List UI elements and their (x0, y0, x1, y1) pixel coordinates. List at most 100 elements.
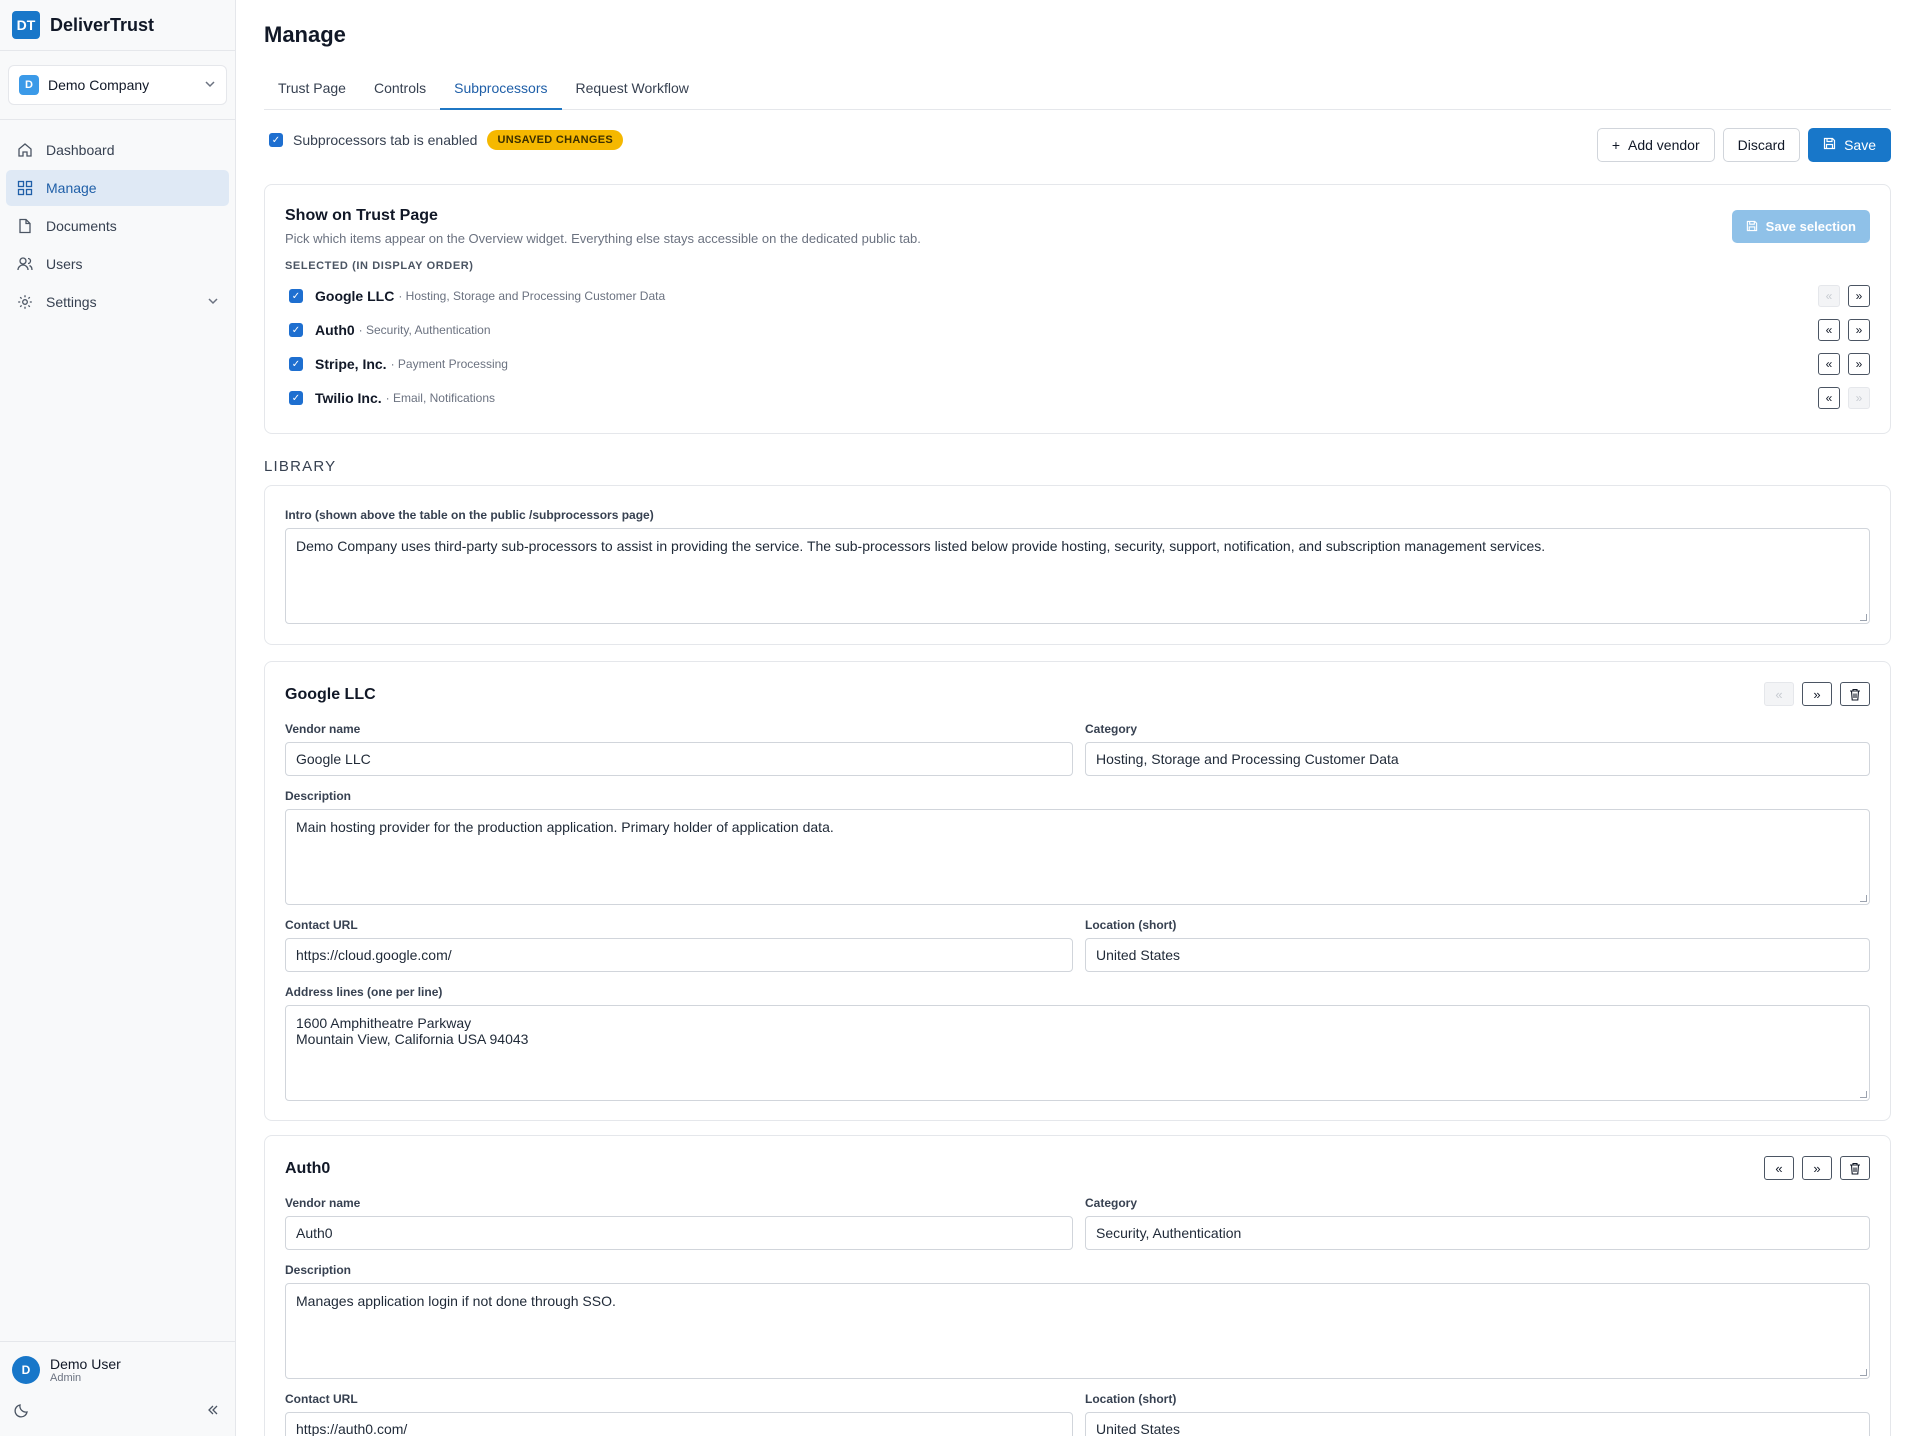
move-down-button[interactable]: » (1802, 1156, 1832, 1180)
tab-subprocessors[interactable]: Subprocessors (440, 72, 562, 110)
move-down-button[interactable]: » (1848, 285, 1870, 307)
home-icon (16, 141, 34, 159)
resize-handle-icon[interactable] (1860, 895, 1867, 902)
list-item: ✓ Twilio Inc. · Email, Notifications « » (289, 387, 1870, 409)
move-up-button[interactable]: « (1818, 285, 1840, 307)
company-name: Demo Company (48, 77, 150, 93)
sidebar-item-label: Dashboard (46, 142, 115, 158)
move-down-button[interactable]: » (1848, 387, 1870, 409)
vendor-card: Google LLC « » Vendor name Google LLC Ca… (264, 661, 1891, 1121)
intro-label: Intro (shown above the table on the publ… (285, 508, 654, 522)
move-up-button[interactable]: « (1764, 682, 1794, 706)
category-input[interactable]: Security, Authentication (1085, 1216, 1870, 1250)
category-input[interactable]: Hosting, Storage and Processing Customer… (1085, 742, 1870, 776)
vendor-name-input[interactable]: Google LLC (285, 742, 1073, 776)
item-checkbox[interactable]: ✓ (289, 323, 303, 337)
add-vendor-button[interactable]: + Add vendor (1596, 128, 1715, 162)
item-category: · Payment Processing (390, 357, 508, 371)
save-selection-button[interactable]: Save selection (1731, 210, 1870, 243)
add-vendor-label: Add vendor (1628, 137, 1700, 153)
item-checkbox[interactable]: ✓ (289, 391, 303, 405)
item-name: Stripe, Inc. (315, 356, 387, 372)
app-name: DeliverTrust (50, 14, 155, 35)
move-down-button[interactable]: » (1848, 319, 1870, 341)
move-down-button[interactable]: » (1802, 682, 1832, 706)
item-checkbox[interactable]: ✓ (289, 289, 303, 303)
move-down-button[interactable]: » (1848, 353, 1870, 375)
intro-textarea[interactable]: Demo Company uses third-party sub-proces… (285, 528, 1870, 624)
sidebar-item-settings[interactable]: Settings (6, 284, 229, 320)
item-checkbox[interactable]: ✓ (289, 357, 303, 371)
move-up-button[interactable]: « (1764, 1156, 1794, 1180)
resize-handle-icon[interactable] (1860, 1091, 1867, 1098)
user-role: Admin (50, 1372, 82, 1384)
sidebar-item-dashboard[interactable]: Dashboard (6, 132, 229, 168)
save-label: Save (1844, 137, 1876, 153)
toolbar: ✓ Subprocessors tab is enabled UNSAVED C… (264, 128, 1891, 162)
company-switcher[interactable]: D Demo Company (8, 65, 227, 105)
contact-url-input[interactable]: https://auth0.com/ (285, 1412, 1073, 1436)
sidebar-item-manage[interactable]: Manage (6, 170, 229, 206)
move-up-button[interactable]: « (1818, 387, 1840, 409)
description-label: Description (285, 789, 352, 803)
avatar: D (12, 1356, 40, 1384)
trash-icon (1850, 688, 1860, 701)
user-name: Demo User (50, 1356, 121, 1372)
document-icon (16, 217, 34, 235)
discard-button[interactable]: Discard (1722, 128, 1801, 162)
description-textarea[interactable]: Main hosting provider for the production… (285, 809, 1870, 905)
save-selection-label: Save selection (1765, 219, 1856, 234)
save-button[interactable]: Save (1808, 128, 1891, 162)
user-menu[interactable]: D Demo User Admin (0, 1342, 235, 1398)
collapse-sidebar-icon[interactable] (205, 1402, 221, 1422)
location-label: Location (short) (1085, 1392, 1177, 1406)
resize-handle-icon[interactable] (1860, 1369, 1867, 1376)
tab-controls[interactable]: Controls (360, 72, 440, 110)
sidebar-item-label: Documents (46, 218, 117, 234)
selected-heading: SELECTED (IN DISPLAY ORDER) (285, 260, 474, 272)
page-title: Manage (264, 22, 346, 47)
move-up-button[interactable]: « (1818, 353, 1840, 375)
vendor-name-label: Vendor name (285, 722, 361, 736)
plus-icon: + (1611, 137, 1620, 153)
item-name: Auth0 (315, 322, 355, 338)
location-input[interactable]: United States (1085, 938, 1870, 972)
vendor-card: Auth0 « » Vendor name Auth0 Category Sec… (264, 1135, 1891, 1436)
item-name: Google LLC (315, 288, 395, 304)
enabled-checkbox[interactable]: ✓ (269, 133, 283, 147)
save-icon (1746, 219, 1758, 235)
gear-icon (16, 293, 34, 311)
save-icon (1823, 137, 1836, 153)
show-on-trust-card: Show on Trust Page Pick which items appe… (264, 184, 1891, 434)
category-label: Category (1085, 1196, 1138, 1210)
category-label: Category (1085, 722, 1138, 736)
item-name: Twilio Inc. (315, 390, 382, 406)
sidebar-item-documents[interactable]: Documents (6, 208, 229, 244)
tab-trust-page[interactable]: Trust Page (264, 72, 360, 110)
move-up-button[interactable]: « (1818, 319, 1840, 341)
delete-button[interactable] (1840, 682, 1870, 706)
item-category: · Hosting, Storage and Processing Custom… (398, 289, 666, 303)
chevron-down-icon (204, 78, 216, 93)
sidebar-item-label: Users (46, 256, 83, 272)
users-icon (16, 255, 34, 273)
tab-bar: Trust Page Controls Subprocessors Reques… (264, 72, 1891, 110)
moon-icon[interactable] (14, 1402, 30, 1422)
vendor-name-input[interactable]: Auth0 (285, 1216, 1073, 1250)
sidebar-item-label: Settings (46, 294, 97, 310)
brand: DT DeliverTrust (0, 0, 235, 50)
delete-button[interactable] (1840, 1156, 1870, 1180)
tab-request-workflow[interactable]: Request Workflow (562, 72, 703, 110)
section-description: Pick which items appear on the Overview … (285, 231, 921, 246)
contact-url-label: Contact URL (285, 918, 358, 932)
address-label: Address lines (one per line) (285, 985, 443, 999)
location-input[interactable]: United States (1085, 1412, 1870, 1436)
resize-handle-icon[interactable] (1860, 614, 1867, 621)
address-textarea[interactable]: 1600 Amphitheatre Parkway Mountain View,… (285, 1005, 1870, 1101)
vendor-title: Auth0 (285, 1160, 331, 1177)
description-label: Description (285, 1263, 352, 1277)
sidebar-item-users[interactable]: Users (6, 246, 229, 282)
status-badge: UNSAVED CHANGES (487, 130, 623, 150)
contact-url-input[interactable]: https://cloud.google.com/ (285, 938, 1073, 972)
description-textarea[interactable]: Manages application login if not done th… (285, 1283, 1870, 1379)
